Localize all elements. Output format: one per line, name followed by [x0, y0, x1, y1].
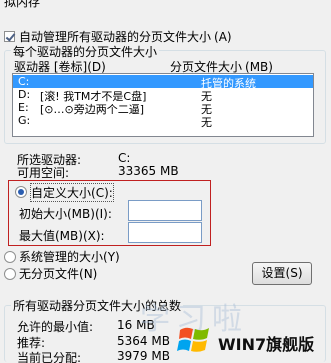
no-paging-file-label[interactable]: 无分页文件(N)	[19, 265, 97, 282]
set-button[interactable]: 设置(S)	[252, 262, 312, 285]
custom-size-label[interactable]: 自定义大小(C):	[30, 183, 114, 202]
selected-drive-value: C:	[118, 151, 131, 165]
drive-listbox[interactable]: C: 托管的系统 D: [滚! 我TM才不是C盘] 无 E: [⊙…⊙旁边两个二…	[12, 73, 314, 137]
initial-size-label: 初始大小(MB)(I):	[19, 207, 112, 221]
custom-size-radio[interactable]	[15, 186, 27, 198]
drive-row-c[interactable]: C: 托管的系统	[13, 75, 313, 90]
no-paging-file-radio[interactable]	[4, 268, 16, 280]
free-space-label: 可用空间:	[17, 166, 70, 180]
system-managed-label[interactable]: 系统管理的大小(Y)	[19, 248, 120, 265]
initial-size-input[interactable]	[128, 200, 202, 221]
dialog-title: 拟内存	[4, 0, 41, 9]
drive-row-d[interactable]: D: [滚! 我TM才不是C盘] 无	[13, 88, 313, 103]
drive-row-g[interactable]: G: 无	[13, 114, 313, 129]
max-size-input[interactable]	[128, 222, 202, 243]
min-allowed-label: 允许的最小值:	[17, 320, 94, 334]
current-label: 当前已分配:	[17, 351, 82, 363]
drive-row-e[interactable]: E: [⊙…⊙旁边两个二逼] 无	[13, 101, 313, 116]
system-managed-radio[interactable]	[4, 251, 16, 263]
dialog-title-bar: 拟内存	[0, 0, 331, 10]
current-value: 3979 MB	[117, 349, 170, 363]
windows-flag-icon	[177, 327, 209, 352]
max-size-label: 最大值(MB)(X):	[19, 229, 105, 243]
watermark-brand: WIN7旗舰版	[218, 335, 315, 354]
free-space-value: 33365 MB	[118, 164, 179, 178]
auto-manage-checkbox[interactable]	[4, 31, 15, 42]
virtual-memory-dialog: 拟内存 自动管理所有驱动器的分页文件大小 (A) 每个驱动器的分页文件大小 驱动器…	[0, 0, 331, 363]
